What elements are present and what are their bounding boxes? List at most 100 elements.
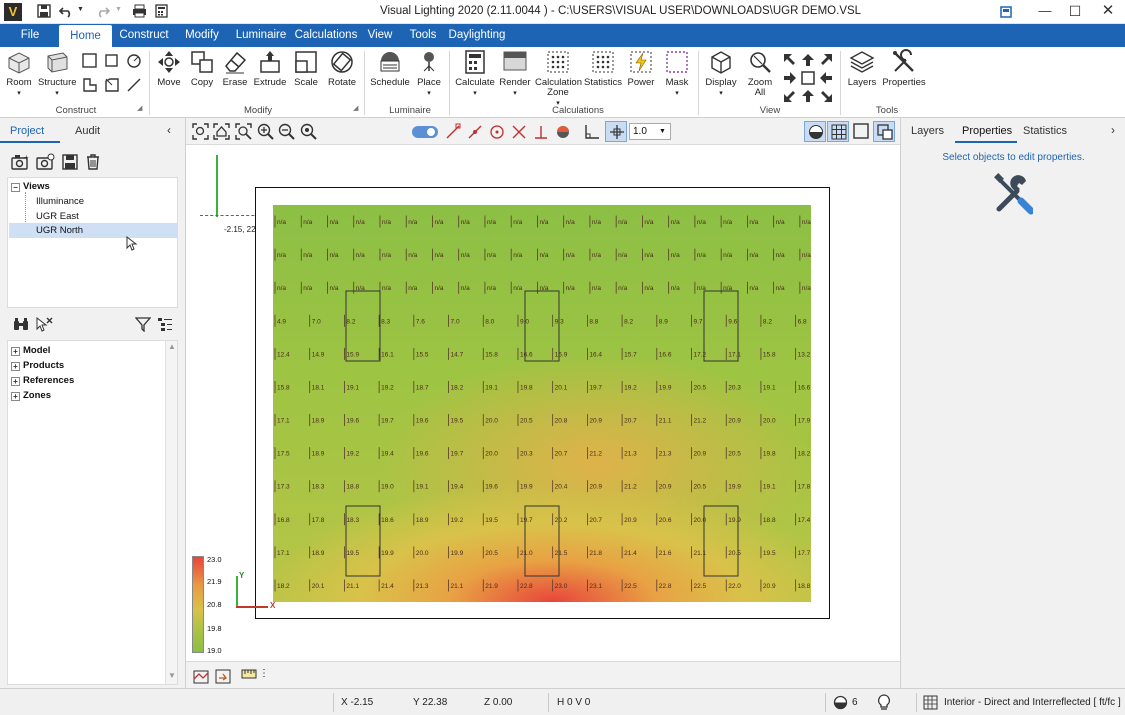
print-icon[interactable] xyxy=(132,4,147,18)
properties-button[interactable]: Properties xyxy=(882,49,926,88)
scroll-down-icon[interactable]: ▼ xyxy=(168,671,176,680)
export-icon[interactable] xyxy=(215,667,232,684)
view-top-icon[interactable] xyxy=(800,52,816,68)
snap-perpendicular-icon[interactable] xyxy=(533,123,549,140)
view-northwest-icon[interactable] xyxy=(782,52,798,68)
calculator-icon[interactable] xyxy=(155,4,168,18)
view-left-icon[interactable] xyxy=(782,70,798,86)
place-button[interactable]: Place ▾ xyxy=(413,49,445,99)
line-draw-icon[interactable] xyxy=(126,77,142,93)
tree-node-zones[interactable]: + Zones xyxy=(11,390,51,401)
rectangle-draw-icon[interactable] xyxy=(82,53,98,69)
maximize-button[interactable]: ☐ xyxy=(1057,0,1093,24)
collapse-icon[interactable]: − xyxy=(11,183,20,192)
snap-center-icon[interactable] xyxy=(489,123,505,140)
snap-toggle[interactable] xyxy=(412,126,438,138)
close-button[interactable]: ✕ xyxy=(1090,0,1125,24)
zoom-home-icon[interactable] xyxy=(213,123,230,140)
mask-button[interactable]: Mask ▾ xyxy=(660,49,694,99)
expand-icon[interactable]: + xyxy=(11,377,20,386)
calculation-zone-button[interactable]: Calculation Zone ▾ xyxy=(535,49,582,109)
layer-view-icon[interactable] xyxy=(193,667,210,684)
menu-view[interactable]: View xyxy=(363,24,397,47)
polyline-draw-icon[interactable] xyxy=(82,77,98,93)
menu-construct[interactable]: Construct xyxy=(114,24,174,47)
ruler-icon[interactable] xyxy=(241,667,258,681)
snap-endpoint-icon[interactable] xyxy=(445,123,461,140)
view-item-illuminance[interactable]: Illuminance xyxy=(36,196,84,207)
undo-icon[interactable] xyxy=(59,4,73,18)
move-button[interactable]: Move xyxy=(154,49,184,88)
views-root-node[interactable]: − Views xyxy=(11,181,50,192)
tree-node-model[interactable]: + Model xyxy=(11,345,50,356)
polygon-draw-icon[interactable] xyxy=(104,77,120,93)
tree-node-references[interactable]: + References xyxy=(11,375,74,386)
zoom-all-button[interactable]: Zoom All xyxy=(743,49,777,98)
expand-icon[interactable]: + xyxy=(11,347,20,356)
tree-node-products[interactable]: + Products xyxy=(11,360,64,371)
add-view-icon[interactable]: + xyxy=(10,153,30,171)
tab-project[interactable]: Project xyxy=(10,125,44,137)
menu-home[interactable]: Home xyxy=(59,25,112,47)
zoom-previous-icon[interactable] xyxy=(300,123,317,140)
view-southeast-icon[interactable] xyxy=(818,88,834,104)
expand-icon[interactable]: + xyxy=(11,362,20,371)
undo-dropdown-icon[interactable]: ▼ xyxy=(77,6,84,13)
pin-icon[interactable] xyxy=(1000,6,1012,18)
dropdown-arrow-icon[interactable]: ▼ xyxy=(659,124,666,139)
snap-intersection-icon[interactable] xyxy=(511,123,527,140)
power-button[interactable]: Power xyxy=(624,49,658,88)
snap-luminaire-icon[interactable] xyxy=(555,123,571,140)
shaded-view-button[interactable] xyxy=(804,121,826,142)
ugr-heatmap[interactable]: n/a n/a n/a n/a n/a n/a n/a n/a n/a n/a n/a n/a n/a n… xyxy=(273,205,811,602)
tab-properties[interactable]: Properties xyxy=(962,125,1012,137)
circle-draw-icon[interactable] xyxy=(126,53,142,69)
grid-view-button[interactable] xyxy=(827,121,849,142)
zoom-window-icon[interactable] xyxy=(235,123,252,140)
tree-options-icon[interactable] xyxy=(157,316,173,332)
visual-logo-icon[interactable]: V xyxy=(4,3,22,21)
schedule-button[interactable]: Schedule xyxy=(369,49,411,88)
camera-settings-icon[interactable] xyxy=(35,153,55,171)
lightbulb-icon[interactable] xyxy=(877,694,891,711)
square-draw-icon[interactable] xyxy=(104,53,120,69)
calculate-button[interactable]: Calculate ▾ xyxy=(454,49,496,99)
scale-button[interactable]: Scale xyxy=(291,49,321,88)
view-southwest-icon[interactable] xyxy=(782,88,798,104)
ruler-dropdown-icon[interactable]: ⋮ xyxy=(259,668,269,679)
tree-scrollbar[interactable]: ▲ ▼ xyxy=(165,341,177,684)
menu-calculations[interactable]: Calculations xyxy=(293,24,359,47)
zoom-out-icon[interactable] xyxy=(278,123,295,140)
redo-icon[interactable] xyxy=(96,4,110,18)
collapse-panel-icon[interactable]: ‹ xyxy=(167,123,171,137)
select-clear-icon[interactable] xyxy=(35,316,53,332)
grid-snap-button[interactable] xyxy=(605,121,627,142)
view-bottom-icon[interactable] xyxy=(800,88,816,104)
binoculars-icon[interactable] xyxy=(12,316,30,332)
view-right-icon[interactable] xyxy=(818,70,834,86)
zoom-extents-icon[interactable] xyxy=(192,123,209,140)
room-button[interactable]: Room ▾ xyxy=(3,49,35,99)
construct-expand-icon[interactable]: ◢ xyxy=(137,104,142,112)
render-button[interactable]: Render ▾ xyxy=(497,49,533,99)
save-view-icon[interactable] xyxy=(61,153,79,171)
calculation-grid-icon[interactable] xyxy=(923,695,938,710)
luminaire-count-icon[interactable] xyxy=(833,695,848,710)
zoom-in-icon[interactable] xyxy=(257,123,274,140)
copy-button[interactable]: Copy xyxy=(187,49,217,88)
view-item-ugr-east[interactable]: UGR East xyxy=(36,211,79,222)
collapse-panel-icon[interactable]: › xyxy=(1111,123,1115,137)
statistics-button[interactable]: Statistics xyxy=(583,49,623,88)
view-item-ugr-north[interactable]: UGR North xyxy=(36,225,83,236)
menu-luminaire[interactable]: Luminaire xyxy=(231,24,291,47)
menu-tools[interactable]: Tools xyxy=(404,24,442,47)
menu-modify[interactable]: Modify xyxy=(178,24,226,47)
expand-icon[interactable]: + xyxy=(11,392,20,401)
view-front-icon[interactable] xyxy=(800,70,816,86)
erase-button[interactable]: Erase xyxy=(220,49,250,88)
menu-daylighting[interactable]: Daylighting xyxy=(446,24,508,47)
ortho-mode-icon[interactable] xyxy=(584,123,600,140)
overlay-view-button[interactable] xyxy=(873,121,895,142)
snap-midpoint-icon[interactable] xyxy=(467,123,483,140)
filter-icon[interactable] xyxy=(135,316,151,332)
